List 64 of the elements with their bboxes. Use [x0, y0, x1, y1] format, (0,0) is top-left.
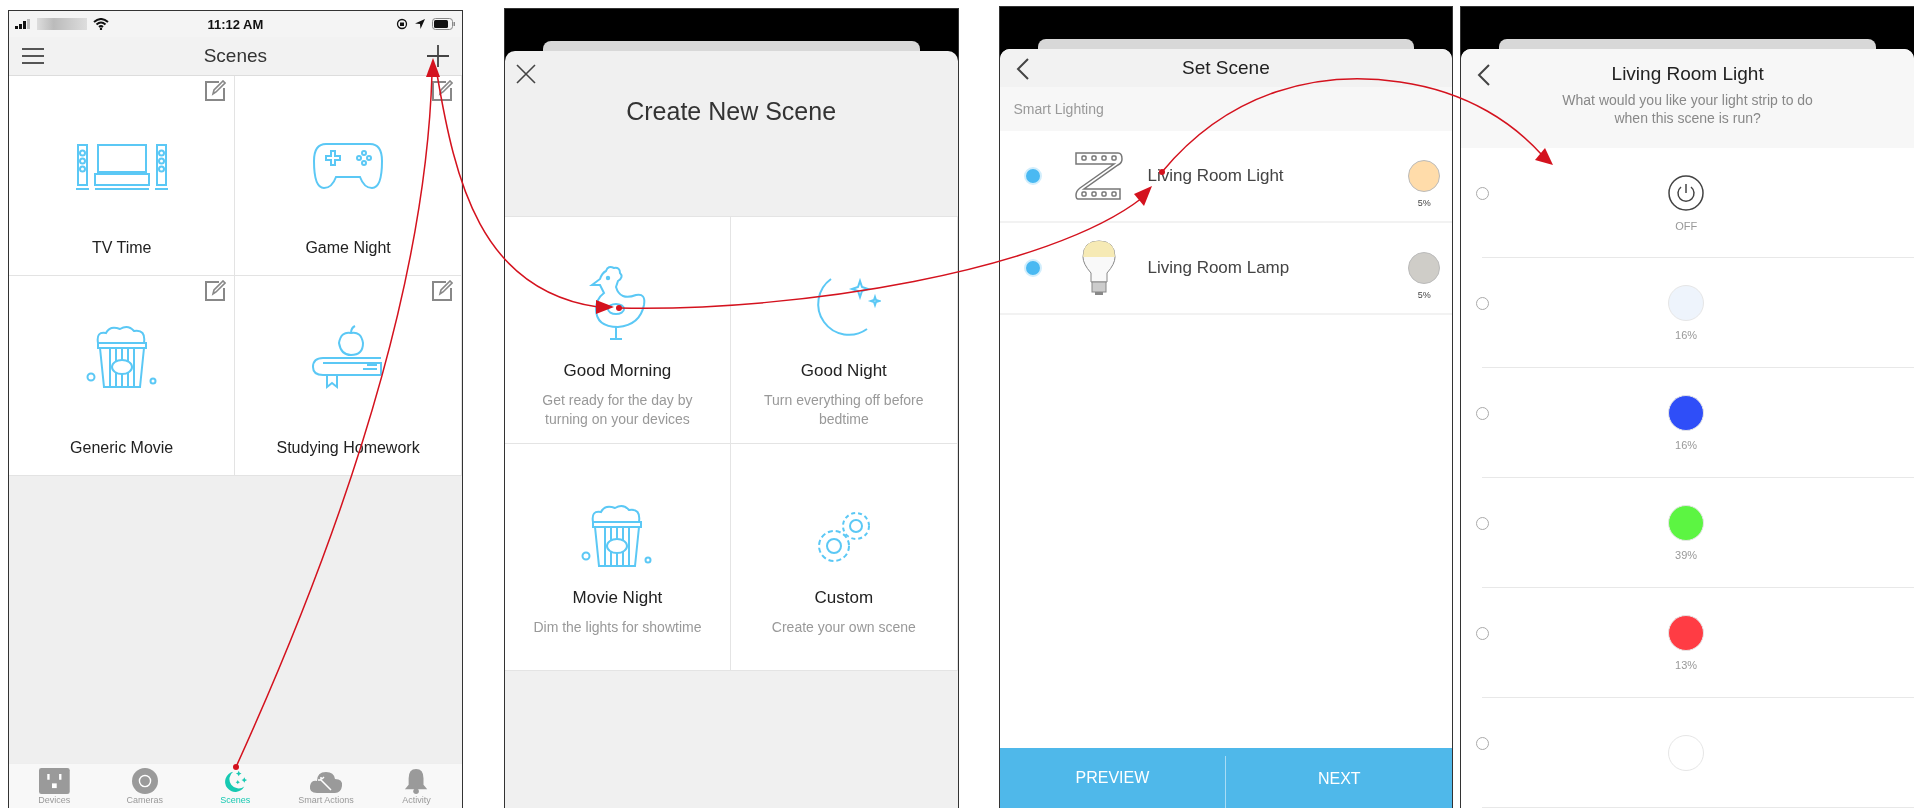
- radio-button[interactable]: [1476, 187, 1490, 200]
- scene-card[interactable]: TV Time: [9, 76, 236, 276]
- moon-stars-icon: [222, 768, 249, 794]
- device-name: Living Room Lamp: [1147, 258, 1291, 278]
- radio-button[interactable]: [1476, 407, 1490, 420]
- light-strip-icon: [1073, 151, 1124, 201]
- menu-button[interactable]: [19, 45, 47, 67]
- section-header: Smart Lighting: [999, 87, 1453, 131]
- template-description: Turn everything off before bedtime: [763, 391, 925, 429]
- color-swatch[interactable]: [1408, 252, 1441, 284]
- template-description: Dim the lights for showtime: [532, 618, 703, 637]
- scene-template-card[interactable]: Movie Night Dim the lights for showtime: [504, 444, 732, 671]
- battery-icon: [431, 18, 456, 30]
- sheet-title: Set Scene: [1182, 57, 1270, 79]
- outlet-icon: [38, 768, 70, 794]
- scene-name: Generic Movie: [70, 439, 174, 457]
- popcorn-icon: [85, 325, 158, 391]
- gamepad-icon: [312, 141, 385, 191]
- signal-icon: [15, 19, 31, 29]
- device-row[interactable]: Living Room Lamp 5%: [999, 223, 1453, 315]
- wifi-icon: [93, 18, 109, 30]
- radio-button[interactable]: [1476, 297, 1490, 310]
- template-name: Good Night: [800, 361, 887, 381]
- scene-template-card[interactable]: Custom Create your own scene: [731, 444, 958, 671]
- option-label: 16%: [1675, 328, 1698, 341]
- scene-card[interactable]: Generic Movie: [9, 276, 236, 476]
- camera-icon: [131, 768, 158, 794]
- radio-button[interactable]: [1476, 627, 1490, 640]
- template-name: Movie Night: [572, 588, 663, 608]
- radio-button[interactable]: [1476, 737, 1490, 750]
- screen-title: Scenes: [203, 45, 268, 67]
- blurred-block: [37, 18, 87, 30]
- template-description: Get ready for the day by turning on your devices: [541, 391, 694, 429]
- edit-icon: [430, 280, 453, 302]
- bell-icon: [404, 768, 429, 794]
- option-label: 39%: [1675, 548, 1698, 561]
- power-button[interactable]: [1667, 173, 1706, 212]
- sheet-title: Create New Scene: [626, 97, 837, 127]
- popcorn-icon: [581, 504, 654, 570]
- sheet-subtitle: What would you like your light strip to do when this scene is run?: [1561, 91, 1814, 127]
- scene-template-card[interactable]: Good Night Turn everything off before bedtime: [731, 217, 958, 444]
- location-arrow-icon: [413, 18, 426, 30]
- device-row[interactable]: Living Room Light 5%: [999, 131, 1453, 223]
- radio-button[interactable]: [1476, 517, 1490, 530]
- sheet-title: Living Room Light: [1611, 63, 1764, 85]
- template-name: Custom: [814, 588, 874, 608]
- brightness-reading: 5%: [1417, 198, 1431, 208]
- tv-set-icon: [75, 143, 168, 191]
- device-name: Living Room Light: [1147, 166, 1285, 186]
- color-swatch[interactable]: [1408, 160, 1441, 192]
- scene-card[interactable]: Game Night: [235, 76, 462, 276]
- edit-icon: [430, 80, 453, 102]
- option-label: 16%: [1675, 438, 1698, 451]
- brightness-reading: 5%: [1417, 290, 1431, 300]
- edit-icon: [204, 80, 227, 102]
- rotation-lock-icon: [395, 18, 408, 30]
- status-time: 11:12 AM: [207, 16, 264, 32]
- edit-icon: [204, 280, 227, 302]
- option-label: OFF: [1675, 219, 1698, 232]
- option-label: 13%: [1675, 658, 1698, 671]
- scene-name: TV Time: [91, 239, 152, 257]
- template-name: Good Morning: [563, 361, 672, 381]
- template-description: Create your own scene: [770, 618, 917, 637]
- scene-name: Game Night: [305, 239, 391, 257]
